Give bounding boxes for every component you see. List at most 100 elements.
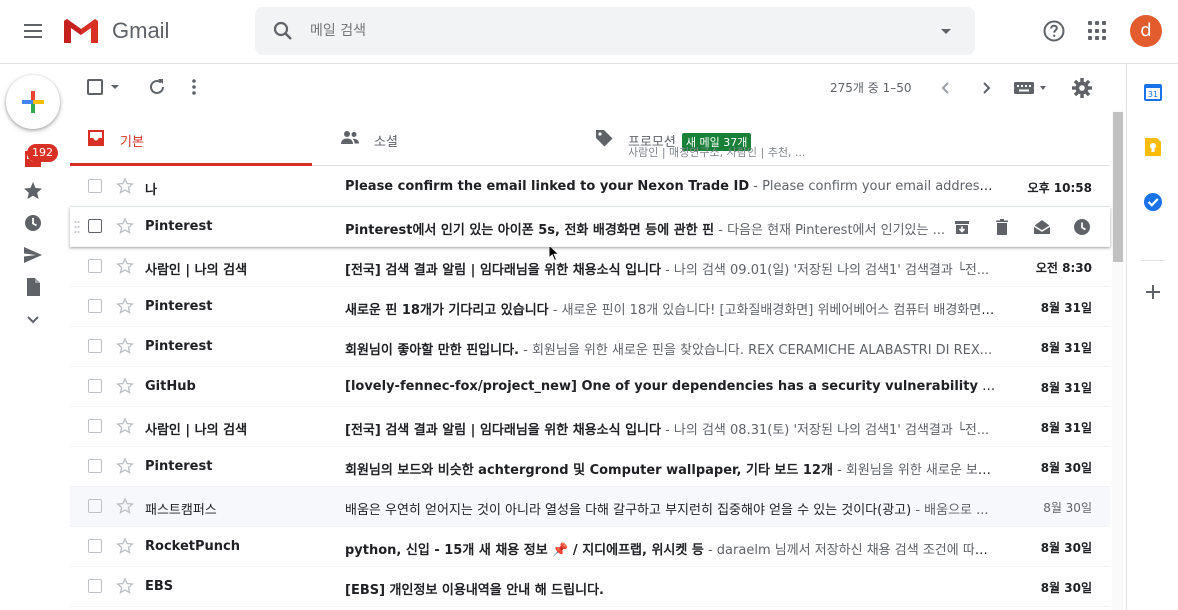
mail-snippet: - Please confirm your email address You … — [753, 179, 997, 194]
row-checkbox[interactable] — [88, 339, 102, 353]
main-menu-icon[interactable] — [20, 20, 46, 44]
delete-icon[interactable] — [992, 217, 1012, 237]
chevron-left-icon[interactable] — [936, 78, 956, 98]
more-options-icon[interactable] — [191, 78, 197, 96]
star-icon[interactable] — [116, 537, 134, 555]
star-icon[interactable] — [116, 497, 134, 515]
row-checkbox[interactable] — [88, 579, 102, 593]
tab-label: 기본 — [120, 135, 144, 150]
star-icon[interactable] — [116, 457, 134, 475]
star-icon[interactable] — [116, 337, 134, 355]
account-avatar[interactable]: d — [1130, 15, 1162, 47]
star-icon[interactable] — [22, 180, 44, 202]
add-addon-icon[interactable] — [1142, 281, 1164, 303]
drag-handle-icon[interactable] — [74, 220, 80, 234]
mail-row[interactable]: Pinterest 회원님이 좋아할 만한 핀입니다. - 회원님을 위한 새로운… — [70, 327, 1110, 367]
mail-snippet: - 새로운 핀이 18개 있습니다! [고화질배경화면] 위베어베어스 컴퓨터 … — [548, 303, 997, 318]
mark-read-icon[interactable] — [1032, 217, 1052, 237]
tab-social[interactable]: 소셜 — [324, 112, 574, 166]
star-icon[interactable] — [116, 177, 134, 195]
mail-date: 8월 31일 — [1040, 301, 1092, 315]
mail-row[interactable]: Pinterest Pinterest에서 인기 있는 아이폰 5s, 전화 배경… — [70, 207, 1110, 247]
mail-snippet: - 회원님을 위한 새로운 보드를 찾... — [837, 463, 997, 478]
mail-row[interactable]: 사람인 | 나의 검색 [전국] 검색 결과 알림 | 임다래님을 위한 채용소식… — [70, 407, 1110, 447]
archive-icon[interactable] — [952, 217, 972, 237]
people-icon — [341, 131, 359, 144]
star-icon[interactable] — [116, 257, 134, 275]
snooze-icon[interactable] — [1072, 217, 1092, 237]
mail-row[interactable]: Pinterest 새로운 핀 18개가 기다리고 있습니다 - 새로운 핀이 1… — [70, 287, 1110, 327]
star-icon[interactable] — [116, 297, 134, 315]
apps-grid-icon[interactable] — [1088, 21, 1108, 41]
search-icon[interactable] — [271, 19, 295, 43]
row-checkbox[interactable] — [88, 459, 102, 473]
scrollbar-thumb[interactable] — [1113, 112, 1123, 262]
divider — [1141, 260, 1165, 261]
row-checkbox[interactable] — [88, 259, 102, 273]
send-icon[interactable] — [22, 244, 44, 266]
mail-row[interactable]: RocketPunch python, 신입 - 15개 새 채용 정보 📌 / … — [70, 527, 1110, 567]
compose-button[interactable] — [6, 75, 60, 129]
mail-subject: [EBS] 개인정보 이용내역을 안내 해 드립니다. — [345, 583, 604, 598]
file-icon[interactable] — [22, 276, 44, 298]
mail-date: 8월 30일 — [1040, 461, 1092, 475]
mail-subject: 배움은 우연히 얻어지는 것이 아니라 열성을 다해 갈구하고 부지런히 집중해… — [345, 503, 912, 518]
search-input[interactable] — [310, 21, 870, 41]
row-checkbox[interactable] — [88, 179, 102, 193]
category-tabs: 기본 소셜 프로모션 새 메일 37개 사람인 | 매칭연구소, 사람인 | 추천… — [70, 112, 1110, 166]
mail-row[interactable]: Pinterest 회원님의 보드와 비슷한 achtergrond 및 Comp… — [70, 447, 1110, 487]
row-checkbox[interactable] — [88, 219, 102, 233]
gmail-logo[interactable]: Gmail — [62, 16, 169, 46]
row-checkbox[interactable] — [88, 499, 102, 513]
gear-icon[interactable] — [1071, 77, 1093, 99]
star-icon[interactable] — [116, 417, 134, 435]
tab-label: 소셜 — [374, 135, 398, 150]
inbox-icon — [88, 130, 104, 146]
mail-row[interactable]: 사람인 | 나의 검색 [전국] 검색 결과 알림 | 임다래님을 위한 채용소식… — [70, 247, 1110, 287]
select-options-caret-icon[interactable] — [111, 85, 119, 89]
star-icon[interactable] — [116, 577, 134, 595]
help-icon[interactable] — [1042, 19, 1066, 43]
mail-subject: [lovely-fennec-fox/project_new] One of y… — [345, 379, 978, 394]
row-checkbox[interactable] — [88, 379, 102, 393]
gmail-m-icon — [64, 19, 98, 43]
tab-promotions[interactable]: 프로모션 새 메일 37개 사람인 | 매칭연구소, 사람인 | 추천, ... — [578, 112, 858, 166]
mail-row[interactable]: GitHub [lovely-fennec-fox/project_new] On… — [70, 367, 1110, 407]
mail-row[interactable]: EBS [EBS] 개인정보 이용내역을 안내 해 드립니다. 8월 30일 — [70, 567, 1110, 607]
plus-icon — [22, 91, 44, 113]
keyboard-icon[interactable] — [1014, 81, 1048, 95]
mail-subject: [전국] 검색 결과 알림 | 임다래님을 위한 채용소식 입니다 — [345, 423, 661, 438]
mail-subject: python, 신입 - 15개 새 채용 정보 📌 / 지디에프랩, 위시켓 … — [345, 543, 704, 558]
refresh-icon[interactable] — [147, 77, 167, 97]
mail-date: 8월 31일 — [1040, 341, 1092, 355]
clock-icon[interactable] — [22, 212, 44, 234]
row-checkbox[interactable] — [88, 539, 102, 553]
star-icon[interactable] — [116, 217, 134, 235]
mail-date: 8월 31일 — [1040, 421, 1092, 435]
mail-content: [lovely-fennec-fox/project_new] One of y… — [345, 379, 997, 394]
select-all-checkbox[interactable] — [87, 79, 103, 95]
mail-snippet: - daraelm 님께서 저장하신 채용 검색 조건에 따라 ... — [703, 543, 997, 558]
row-checkbox[interactable] — [88, 419, 102, 433]
search-bar[interactable] — [255, 7, 975, 55]
chevron-right-icon[interactable] — [976, 78, 996, 98]
mail-subject: Please confirm the email linked to your … — [345, 179, 750, 194]
tag-icon — [596, 130, 613, 147]
mail-row[interactable]: 패스트캠퍼스 배움은 우연히 얻어지는 것이 아니라 열성을 다해 갈구하고 부지… — [70, 487, 1110, 527]
tab-primary[interactable]: 기본 — [70, 112, 312, 166]
mail-content: Pinterest에서 인기 있는 아이폰 5s, 전화 배경화면 등에 관한 … — [345, 219, 955, 238]
mail-row[interactable]: 나 Please confirm the email linked to your… — [70, 167, 1110, 207]
calendar-icon[interactable]: 31 — [1142, 81, 1164, 103]
search-options-icon[interactable] — [941, 29, 951, 34]
keep-icon[interactable] — [1142, 136, 1164, 158]
mail-date: 8월 30일 — [1043, 501, 1092, 515]
chevron-down-icon[interactable] — [22, 308, 44, 330]
tasks-icon[interactable] — [1142, 191, 1164, 213]
row-checkbox[interactable] — [88, 299, 102, 313]
mail-content: 배움은 우연히 얻어지는 것이 아니라 열성을 다해 갈구하고 부지런히 집중해… — [345, 499, 997, 518]
mail-subject: 회원님이 좋아할 만한 핀입니다. — [345, 343, 519, 358]
star-icon[interactable] — [116, 377, 134, 395]
scrollbar[interactable] — [1112, 110, 1124, 610]
mail-content: 새로운 핀 18개가 기다리고 있습니다 - 새로운 핀이 18개 있습니다! … — [345, 299, 997, 318]
mail-subject: 회원님의 보드와 비슷한 achtergrond 및 Computer wall… — [345, 463, 833, 478]
